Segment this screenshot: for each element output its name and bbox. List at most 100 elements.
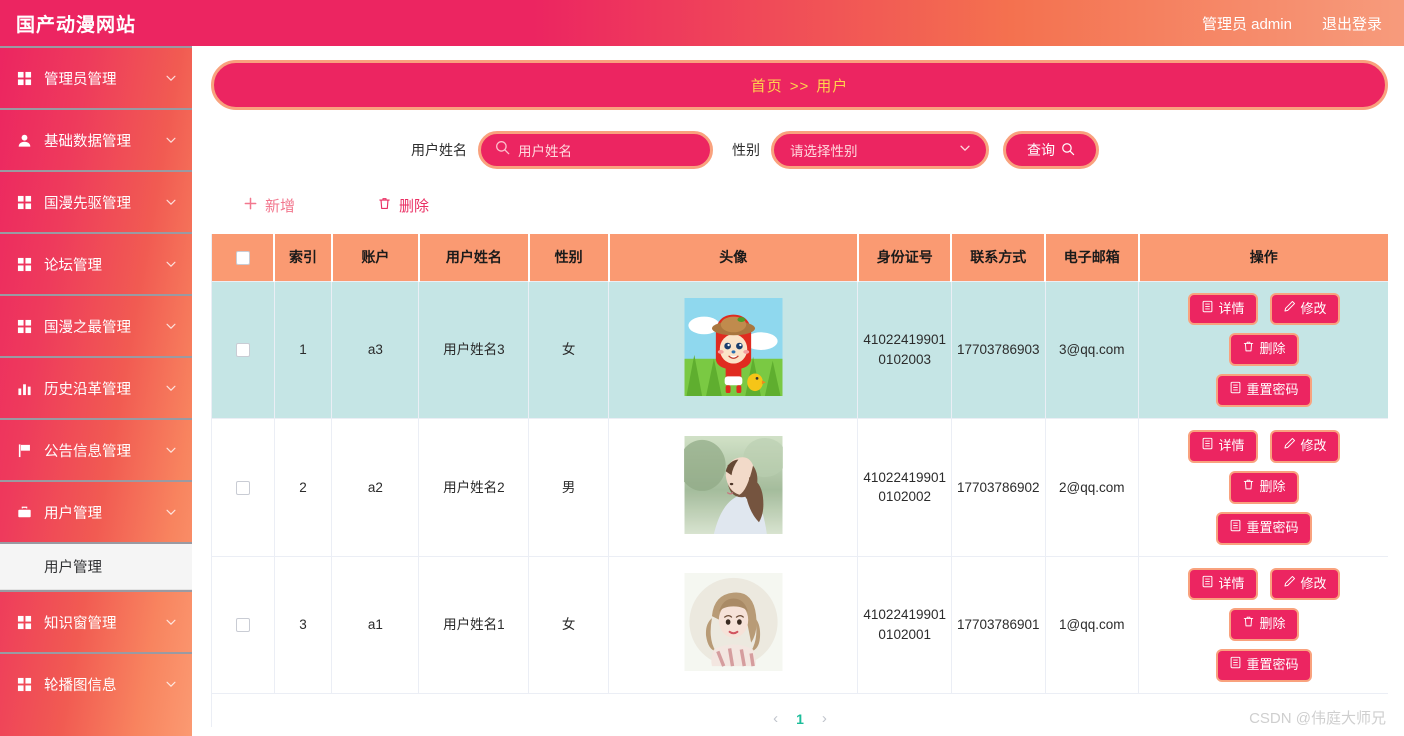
cell-avatar <box>608 418 859 557</box>
breadcrumb-home[interactable]: 首页 <box>751 78 783 95</box>
edit-button-label: 修改 <box>1300 438 1327 454</box>
column-header-2: 账户 <box>331 234 420 282</box>
cell-operations: 详情 修改 删除 重置密码 <box>1138 418 1388 557</box>
add-button-label: 新增 <box>265 198 296 215</box>
sidebar-item-6[interactable]: 公告信息管理 <box>0 418 192 480</box>
reset-password-button[interactable]: 重置密码 <box>1215 649 1312 683</box>
cell-email: 2@qq.com <box>1045 418 1140 557</box>
row-checkbox[interactable] <box>235 618 250 633</box>
cell-id-number: 410224199010102003 <box>857 281 952 420</box>
edit-button[interactable]: 修改 <box>1269 567 1340 601</box>
search-query-label: 查询 <box>1027 142 1055 158</box>
chevron-down-icon <box>164 71 178 85</box>
flag-icon <box>16 442 33 459</box>
page-root: 国产动漫网站 管理员 admin 退出登录 管理员管理 基础数据管理 国漫先驱管… <box>0 0 1404 736</box>
detail-button[interactable]: 详情 <box>1187 567 1258 601</box>
sidebar-item-4[interactable]: 国漫之最管理 <box>0 294 192 356</box>
select-all-checkbox[interactable] <box>235 251 250 266</box>
sidebar-nav[interactable]: 管理员管理 基础数据管理 国漫先驱管理 论坛管理 国漫之最管理 历史沿革管理 公… <box>0 46 192 736</box>
row-action-group: 详情 修改 删除 重置密码 <box>1143 288 1384 413</box>
pencil-icon <box>1283 575 1296 594</box>
document-icon <box>1201 300 1214 319</box>
user-icon <box>16 132 33 149</box>
chevron-down-icon <box>164 381 178 395</box>
table-row[interactable]: 2 a2 用户姓名2 男 410224199010102002 17703786… <box>212 418 1388 557</box>
table-head: 索引 账户 用户姓名 性别 头像 身份证号 联系方式 电子邮箱 操作 <box>212 234 1388 282</box>
row-delete-button[interactable]: 删除 <box>1228 470 1299 504</box>
sidebar-item-5[interactable]: 历史沿革管理 <box>0 356 192 418</box>
reset-password-button[interactable]: 重置密码 <box>1215 374 1312 408</box>
cell-email: 1@qq.com <box>1045 556 1140 695</box>
trash-icon <box>1242 340 1255 359</box>
pagination: ‹ 1 › <box>212 710 1388 727</box>
row-delete-button[interactable]: 删除 <box>1228 608 1299 642</box>
pagination-page-1[interactable]: 1 <box>796 711 804 727</box>
grid-icon <box>16 676 33 693</box>
column-header-3: 用户姓名 <box>418 234 530 282</box>
cell-avatar <box>608 556 859 695</box>
sidebar-item-0[interactable]: 管理员管理 <box>0 46 192 108</box>
search-query-button[interactable]: 查询 <box>1003 131 1099 169</box>
sidebar-item-8[interactable]: 知识窗管理 <box>0 590 192 652</box>
cell-username: 用户姓名2 <box>418 418 530 557</box>
main-content: 首页 >> 用户 用户姓名 用户姓名 性别 请选择性别 查询 新增 删除 索引 … <box>192 46 1404 736</box>
cell-index: 1 <box>274 281 333 420</box>
sidebar-item-label: 基础数据管理 <box>44 133 131 150</box>
cell-gender: 女 <box>528 281 610 420</box>
cartoon-mascot-avatar <box>684 297 783 399</box>
sidebar-item-1[interactable]: 基础数据管理 <box>0 108 192 170</box>
detail-button-label: 详情 <box>1218 300 1245 316</box>
trash-icon <box>377 196 392 215</box>
sidebar-item-label: 管理员管理 <box>44 71 117 88</box>
row-action-second-line: 重置密码 <box>1149 511 1378 545</box>
search-gender-label: 性别 <box>732 142 760 158</box>
sidebar-item-3[interactable]: 论坛管理 <box>0 232 192 294</box>
reset-password-button-label: 重置密码 <box>1246 657 1299 673</box>
reset-password-button-label: 重置密码 <box>1246 519 1299 535</box>
table-row[interactable]: 1 a3 用户姓名3 女 410224199010102003 17703786… <box>212 281 1388 420</box>
row-action-second-line: 重置密码 <box>1149 374 1378 408</box>
edit-button[interactable]: 修改 <box>1269 430 1340 463</box>
edit-button[interactable]: 修改 <box>1269 292 1340 326</box>
detail-button[interactable]: 详情 <box>1187 292 1258 326</box>
row-checkbox[interactable] <box>235 343 250 358</box>
breadcrumb-current[interactable]: 用户 <box>816 78 848 95</box>
pagination-prev-button[interactable]: ‹ <box>773 710 778 727</box>
chevron-down-icon <box>164 257 178 271</box>
sidebar-item-label: 用户管理 <box>44 505 102 522</box>
column-header-4: 性别 <box>528 234 610 282</box>
column-header-1: 索引 <box>274 234 333 282</box>
cell-phone: 17703786901 <box>951 556 1046 695</box>
chevron-down-icon <box>958 141 972 160</box>
sidebar-item-2[interactable]: 国漫先驱管理 <box>0 170 192 232</box>
chevron-down-icon <box>164 615 178 629</box>
photo-girl-profile-avatar <box>683 435 783 537</box>
grid-icon <box>16 194 33 211</box>
briefcase-icon <box>16 504 33 521</box>
batch-delete-button[interactable]: 删除 <box>367 191 439 220</box>
sidebar-item-9[interactable]: 轮播图信息 <box>0 652 192 714</box>
row-select-cell <box>212 556 275 695</box>
sidebar-item-7[interactable]: 用户管理 <box>0 480 192 542</box>
reset-password-button[interactable]: 重置密码 <box>1215 511 1312 545</box>
edit-button-label: 修改 <box>1300 300 1327 316</box>
cell-username: 用户姓名1 <box>418 556 530 695</box>
table-body: 1 a3 用户姓名3 女 410224199010102003 17703786… <box>212 281 1388 695</box>
detail-button[interactable]: 详情 <box>1187 430 1258 463</box>
sidebar-item-label: 国漫先驱管理 <box>44 195 131 212</box>
table-row[interactable]: 3 a1 用户姓名1 女 410224199010102001 17703786… <box>212 556 1388 695</box>
pagination-next-button[interactable]: › <box>822 710 827 727</box>
cell-gender: 男 <box>528 418 610 557</box>
select-all-header <box>212 234 276 282</box>
sidebar-subitem-7-0[interactable]: 用户管理 <box>0 542 192 590</box>
logout-button[interactable]: 退出登录 <box>1322 13 1382 34</box>
column-header-8: 电子邮箱 <box>1045 234 1140 282</box>
breadcrumb-separator: >> <box>789 77 810 95</box>
row-checkbox[interactable] <box>235 480 250 495</box>
row-delete-button[interactable]: 删除 <box>1228 333 1299 367</box>
search-name-input[interactable]: 用户姓名 <box>478 131 713 169</box>
cell-account: a2 <box>331 418 420 557</box>
document-icon <box>1229 519 1242 538</box>
add-button[interactable]: 新增 <box>233 191 305 220</box>
search-gender-select[interactable]: 请选择性别 <box>771 131 989 169</box>
